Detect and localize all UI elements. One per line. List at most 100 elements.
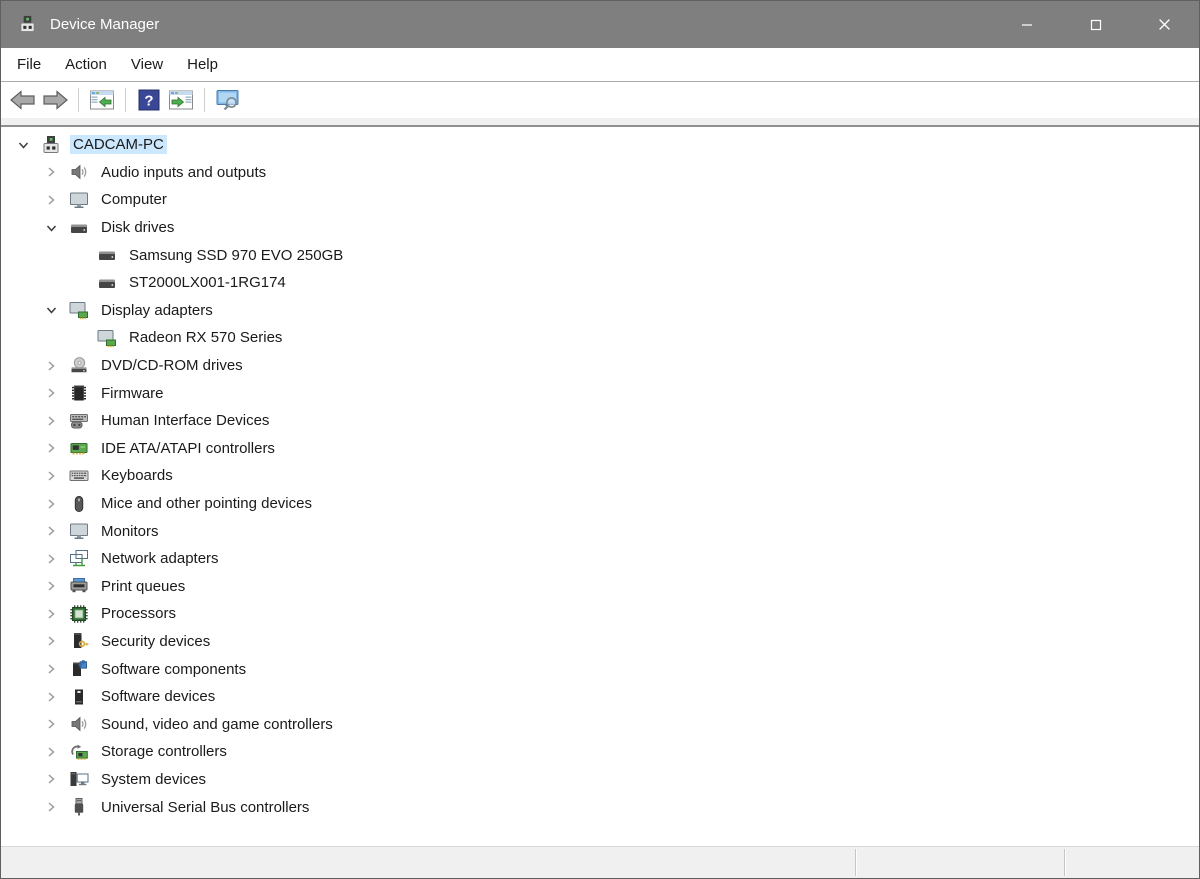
tree-item-label[interactable]: Security devices	[98, 632, 213, 651]
printer-icon	[69, 576, 89, 596]
tree-item-keyboards[interactable]: Keyboards	[1, 462, 1199, 490]
menubar: File Action View Help	[1, 48, 1199, 82]
tree-item-samsung-ssd-970-evo-250gb[interactable]: Samsung SSD 970 EVO 250GB	[1, 241, 1199, 269]
close-icon	[1158, 18, 1171, 31]
tree-item-label[interactable]: Firmware	[98, 384, 167, 403]
tree-item-label[interactable]: CADCAM-PC	[70, 135, 167, 155]
close-button[interactable]	[1130, 1, 1199, 48]
tree-item-label[interactable]: Processors	[98, 604, 179, 623]
tree-item-label[interactable]: Software devices	[98, 687, 218, 706]
tree-item-network-adapters[interactable]: Network adapters	[1, 545, 1199, 573]
forward-button[interactable]	[40, 86, 70, 114]
chevron-right-icon[interactable]	[37, 193, 65, 207]
tree-item-firmware[interactable]: Firmware	[1, 379, 1199, 407]
tree-item-label[interactable]: Human Interface Devices	[98, 411, 272, 430]
tree-item-label[interactable]: ST2000LX001-1RG174	[126, 273, 289, 292]
tree-item-dvd-cd-rom-drives[interactable]: DVD/CD-ROM drives	[1, 352, 1199, 380]
tree-item-label[interactable]: Display adapters	[98, 301, 216, 320]
chevron-right-icon[interactable]	[37, 745, 65, 759]
tree-item-cadcam-pc[interactable]: CADCAM-PC	[1, 131, 1199, 159]
tree-item-label[interactable]: Universal Serial Bus controllers	[98, 798, 312, 817]
tree-item-st2000lx001-1rg174[interactable]: ST2000LX001-1RG174	[1, 269, 1199, 297]
tree-item-label[interactable]: Sound, video and game controllers	[98, 715, 336, 734]
tree-item-label[interactable]: Network adapters	[98, 549, 222, 568]
mouse-icon	[69, 494, 89, 514]
tree-item-label[interactable]: Print queues	[98, 577, 188, 596]
tree-item-security-devices[interactable]: Security devices	[1, 628, 1199, 656]
chevron-right-icon[interactable]	[37, 690, 65, 704]
minimize-button[interactable]	[992, 1, 1061, 48]
chevron-right-icon[interactable]	[37, 441, 65, 455]
tree-item-computer[interactable]: Computer	[1, 186, 1199, 214]
menu-help[interactable]: Help	[175, 48, 230, 81]
tree-item-universal-serial-bus-controllers[interactable]: Universal Serial Bus controllers	[1, 793, 1199, 821]
chevron-right-icon[interactable]	[37, 579, 65, 593]
chevron-right-icon[interactable]	[37, 386, 65, 400]
chevron-right-icon[interactable]	[37, 497, 65, 511]
tree-item-human-interface-devices[interactable]: Human Interface Devices	[1, 407, 1199, 435]
tree-item-label[interactable]: Software components	[98, 660, 249, 679]
tree-item-label[interactable]: DVD/CD-ROM drives	[98, 356, 246, 375]
tree-item-disk-drives[interactable]: Disk drives	[1, 214, 1199, 242]
audio-icon	[69, 162, 89, 182]
tree-item-processors[interactable]: Processors	[1, 600, 1199, 628]
menu-view[interactable]: View	[119, 48, 175, 81]
chevron-right-icon[interactable]	[37, 165, 65, 179]
chevron-right-icon[interactable]	[37, 524, 65, 538]
chevron-down-icon[interactable]	[37, 221, 65, 235]
help-button[interactable]	[134, 86, 164, 114]
chevron-right-icon[interactable]	[37, 800, 65, 814]
back-button[interactable]	[8, 86, 38, 114]
minimize-icon	[1021, 19, 1033, 31]
tree-item-system-devices[interactable]: System devices	[1, 766, 1199, 794]
chevron-right-icon[interactable]	[37, 662, 65, 676]
scan-hardware-changes-button[interactable]	[213, 86, 243, 114]
tree-item-label[interactable]: Audio inputs and outputs	[98, 163, 269, 182]
action-pane-button[interactable]	[166, 86, 196, 114]
chevron-right-icon[interactable]	[37, 359, 65, 373]
tree-item-ide-ata-atapi-controllers[interactable]: IDE ATA/ATAPI controllers	[1, 435, 1199, 463]
tree-item-label[interactable]: Radeon RX 570 Series	[126, 328, 285, 347]
menu-file[interactable]: File	[5, 48, 53, 81]
tree-item-audio-inputs-and-outputs[interactable]: Audio inputs and outputs	[1, 159, 1199, 187]
device-icon	[41, 135, 61, 155]
chevron-right-icon[interactable]	[37, 634, 65, 648]
chevron-down-icon[interactable]	[37, 303, 65, 317]
chevron-right-icon[interactable]	[37, 414, 65, 428]
tree-item-print-queues[interactable]: Print queues	[1, 573, 1199, 601]
tree-item-storage-controllers[interactable]: Storage controllers	[1, 738, 1199, 766]
device-manager-app-icon	[18, 15, 37, 34]
tree-item-monitors[interactable]: Monitors	[1, 517, 1199, 545]
tree-item-software-devices[interactable]: Software devices	[1, 683, 1199, 711]
chevron-right-icon[interactable]	[37, 772, 65, 786]
chevron-down-icon[interactable]	[9, 138, 37, 152]
tree-item-label[interactable]: IDE ATA/ATAPI controllers	[98, 439, 278, 458]
tree-item-display-adapters[interactable]: Display adapters	[1, 297, 1199, 325]
tree-item-radeon-rx-570-series[interactable]: Radeon RX 570 Series	[1, 324, 1199, 352]
tree-item-label[interactable]: Keyboards	[98, 466, 176, 485]
disk-icon	[97, 273, 117, 293]
tree-item-sound-video-and-game-controllers[interactable]: Sound, video and game controllers	[1, 710, 1199, 738]
tree-item-mice-and-other-pointing-devices[interactable]: Mice and other pointing devices	[1, 490, 1199, 518]
tree-item-label[interactable]: Disk drives	[98, 218, 177, 237]
chevron-right-icon[interactable]	[37, 607, 65, 621]
system-icon	[69, 769, 89, 789]
tree-item-label[interactable]: Samsung SSD 970 EVO 250GB	[126, 246, 346, 265]
chevron-right-icon[interactable]	[37, 717, 65, 731]
tree-item-label[interactable]: Mice and other pointing devices	[98, 494, 315, 513]
tree-item-label[interactable]: Monitors	[98, 522, 162, 541]
show-console-tree-button[interactable]	[87, 86, 117, 114]
menu-action[interactable]: Action	[53, 48, 119, 81]
processor-icon	[69, 604, 89, 624]
statusbar-pane	[1, 847, 855, 878]
maximize-button[interactable]	[1061, 1, 1130, 48]
chevron-right-icon[interactable]	[37, 469, 65, 483]
window-controls	[992, 1, 1199, 48]
ide-icon	[69, 438, 89, 458]
tree-item-label[interactable]: Computer	[98, 190, 170, 209]
forward-arrow-icon	[41, 88, 69, 112]
chevron-right-icon[interactable]	[37, 552, 65, 566]
tree-item-label[interactable]: System devices	[98, 770, 209, 789]
tree-item-label[interactable]: Storage controllers	[98, 742, 230, 761]
tree-item-software-components[interactable]: Software components	[1, 655, 1199, 683]
